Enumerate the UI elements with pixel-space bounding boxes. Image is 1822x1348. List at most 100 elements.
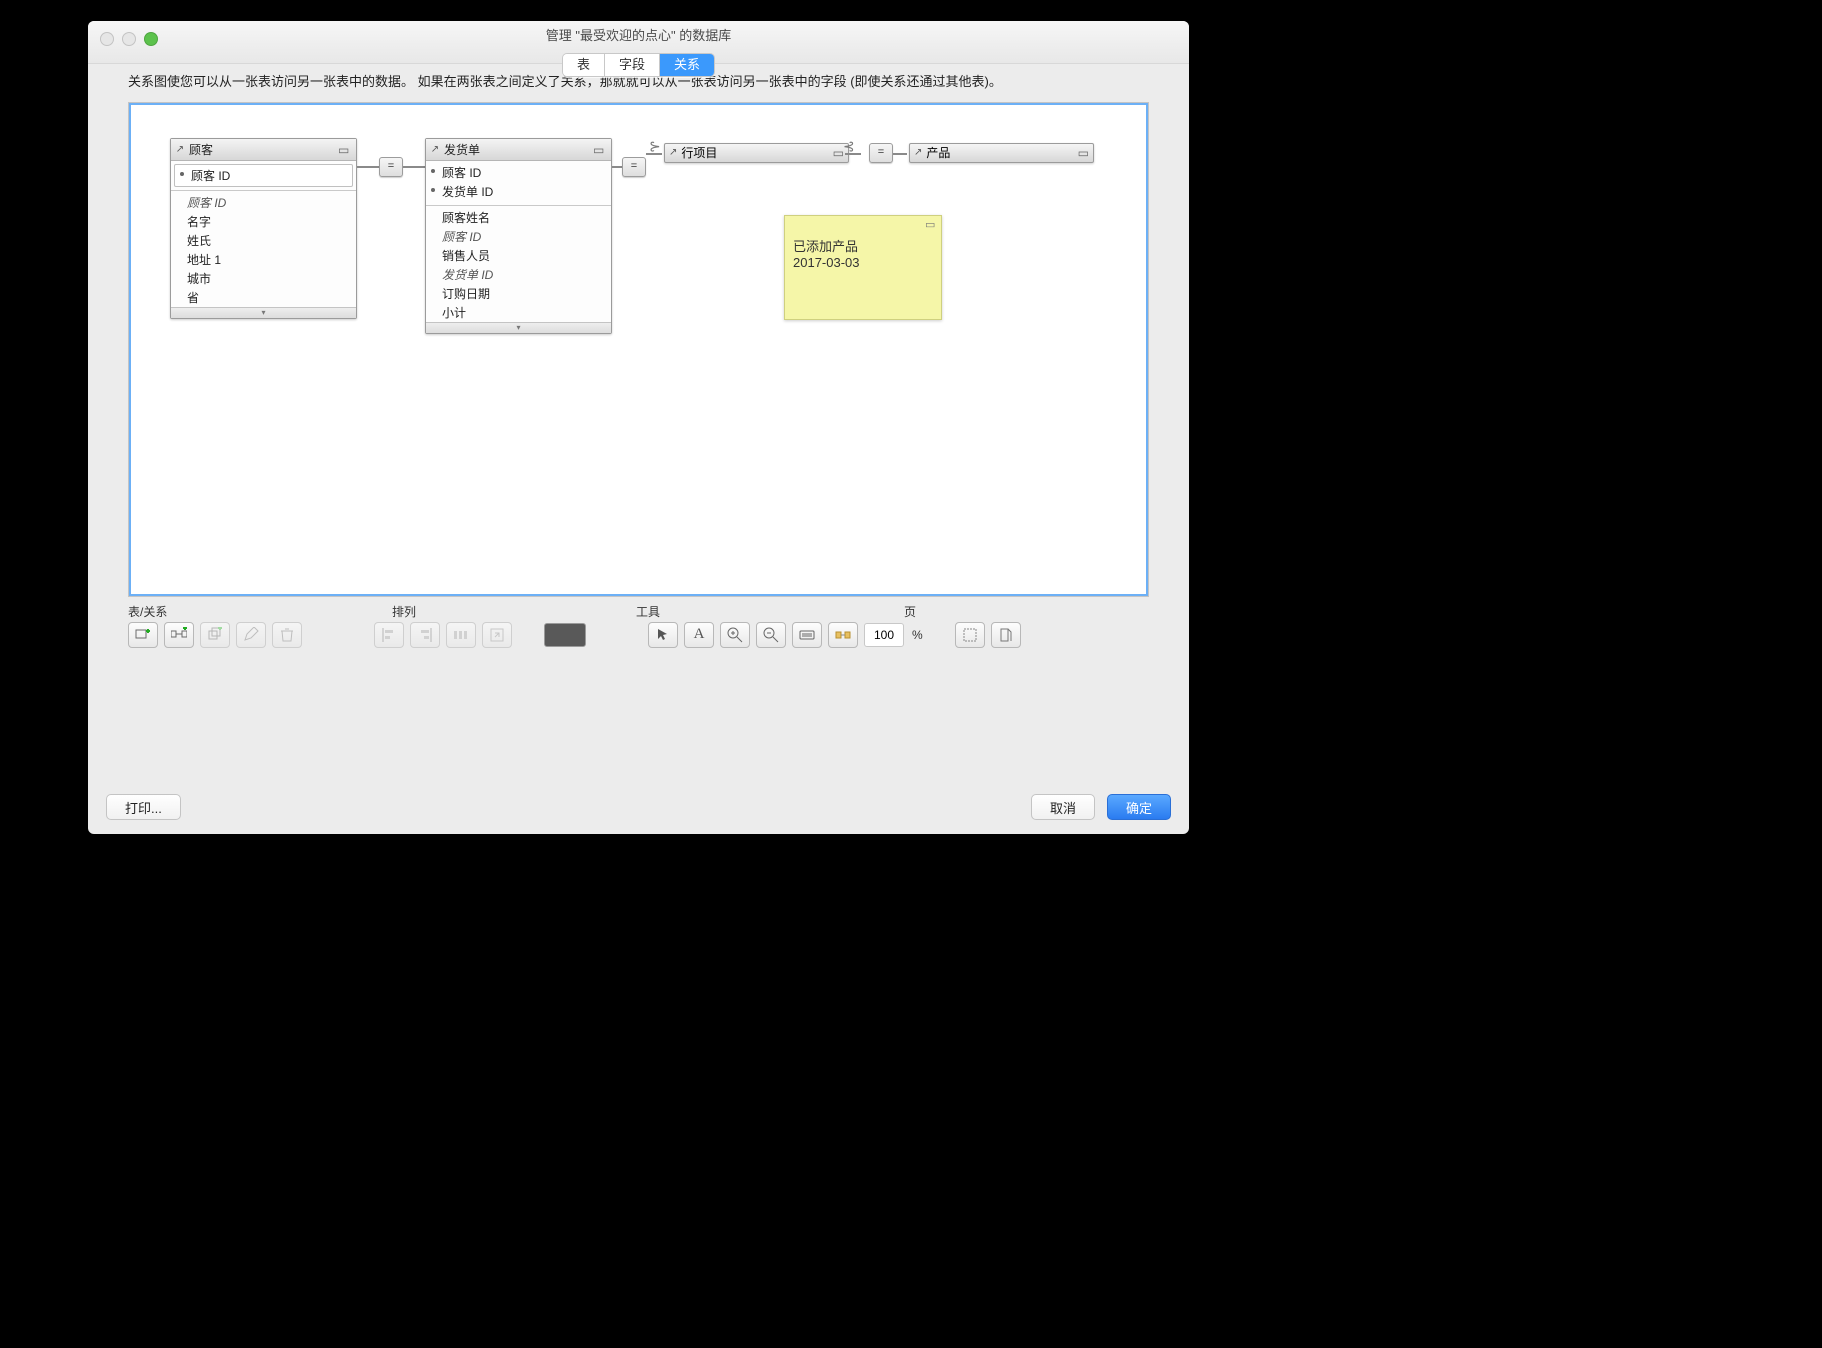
field-row[interactable]: 顾客 ID bbox=[171, 193, 356, 212]
field-row[interactable]: 销售人员 bbox=[426, 246, 611, 265]
edit-button[interactable] bbox=[236, 622, 266, 648]
keyboard-icon bbox=[799, 627, 815, 643]
table-invoice[interactable]: ↗ 发货单 ▭ 顾客 ID 发货单 ID 顾客姓名 顾客 ID 销售人员 发货单… bbox=[425, 138, 612, 334]
page-breaks-button[interactable] bbox=[955, 622, 985, 648]
align-right-button[interactable] bbox=[410, 622, 440, 648]
resize-button[interactable] bbox=[482, 622, 512, 648]
select-connected-button[interactable] bbox=[828, 622, 858, 648]
table-menu-icon[interactable]: ▭ bbox=[593, 143, 607, 155]
trash-icon bbox=[279, 627, 295, 643]
titlebar: 管理 "最受欢迎的点心" 的数据库 表 字段 关系 bbox=[88, 21, 1189, 64]
cancel-button[interactable]: 取消 bbox=[1031, 794, 1095, 820]
field-row[interactable]: 顾客姓名 bbox=[426, 208, 611, 227]
align-left-button[interactable] bbox=[374, 622, 404, 648]
minimize-window-icon[interactable] bbox=[122, 32, 136, 46]
note-line: 已添加产品 bbox=[793, 236, 933, 255]
ok-button[interactable]: 确定 bbox=[1107, 794, 1171, 820]
relationship-canvas[interactable]: ↗ 顾客 ▭ 顾客 ID 顾客 ID 名字 姓氏 地址 1 城市 省 bbox=[128, 102, 1149, 597]
relation-line bbox=[893, 153, 907, 155]
field-row[interactable]: 发货单 ID bbox=[426, 265, 611, 284]
field-row[interactable]: 城市 bbox=[171, 269, 356, 288]
zoom-value-input[interactable]: 100 bbox=[864, 623, 904, 647]
resize-icon bbox=[489, 627, 505, 643]
link-group-icon bbox=[835, 627, 851, 643]
zoom-in-icon bbox=[727, 627, 743, 643]
text-tool-button[interactable]: A bbox=[684, 622, 714, 648]
table-lineitem[interactable]: ↗ 行项目 ▭ bbox=[664, 143, 849, 163]
sticky-note[interactable]: ▭ 已添加产品 2017-03-03 bbox=[784, 215, 942, 320]
key-field[interactable]: 顾客 ID bbox=[426, 163, 611, 182]
relation-operator[interactable]: = bbox=[869, 143, 893, 163]
align-left-icon bbox=[381, 627, 397, 643]
section-arrange-label: 排列 bbox=[392, 603, 636, 620]
note-line: 2017-03-03 bbox=[793, 255, 933, 270]
expand-icon[interactable]: ↗ bbox=[669, 147, 677, 158]
table-product[interactable]: ↗ 产品 ▭ bbox=[909, 143, 1094, 163]
print-button[interactable]: 打印... bbox=[106, 794, 181, 820]
page-setup-icon bbox=[998, 627, 1014, 643]
zoom-percent-label: % bbox=[910, 628, 923, 642]
field-row[interactable]: 省 bbox=[171, 288, 356, 307]
toolbar-labels: 表/关系 排列 工具 页 bbox=[128, 603, 1149, 620]
zoom-in-button[interactable] bbox=[720, 622, 750, 648]
distribute-h-icon bbox=[453, 627, 469, 643]
close-window-icon[interactable] bbox=[100, 32, 114, 46]
field-row[interactable]: 名字 bbox=[171, 212, 356, 231]
table-title: 发货单 bbox=[444, 141, 589, 158]
align-right-icon bbox=[417, 627, 433, 643]
add-relation-icon bbox=[171, 627, 187, 643]
note-menu-icon[interactable]: ▭ bbox=[925, 218, 937, 231]
zoom-out-icon bbox=[763, 627, 779, 643]
table-title: 产品 bbox=[926, 144, 1073, 161]
duplicate-button[interactable] bbox=[200, 622, 230, 648]
print-setup-button[interactable] bbox=[991, 622, 1021, 648]
tab-tables[interactable]: 表 bbox=[563, 54, 604, 76]
dialog-window: 管理 "最受欢迎的点心" 的数据库 表 字段 关系 关系图使您可以从一张表访问另… bbox=[88, 21, 1189, 834]
text-a-icon: A bbox=[694, 626, 705, 643]
selection-tool-button[interactable] bbox=[648, 622, 678, 648]
table-menu-icon[interactable]: ▭ bbox=[338, 143, 352, 155]
expand-icon[interactable]: ↗ bbox=[430, 144, 440, 155]
tab-fields[interactable]: 字段 bbox=[604, 54, 659, 76]
note-tool-button[interactable] bbox=[792, 622, 822, 648]
relation-line bbox=[403, 166, 425, 168]
table-title: 行项目 bbox=[681, 144, 828, 161]
relation-operator[interactable]: = bbox=[622, 157, 646, 177]
add-table-button[interactable] bbox=[128, 622, 158, 648]
expand-icon[interactable]: ↗ bbox=[175, 144, 185, 155]
bottom-toolbar: A 100 % bbox=[128, 622, 1149, 648]
field-row[interactable]: 小计 bbox=[426, 303, 611, 322]
section-tools-label: 工具 bbox=[636, 603, 904, 620]
key-field[interactable]: 顾客 ID bbox=[174, 164, 353, 187]
key-field[interactable]: 发货单 ID bbox=[426, 182, 611, 201]
delete-button[interactable] bbox=[272, 622, 302, 648]
field-row[interactable]: 姓氏 bbox=[171, 231, 356, 250]
crowfoot-icon: ⊰ bbox=[843, 141, 855, 151]
pencil-icon bbox=[243, 627, 259, 643]
add-relationship-button[interactable] bbox=[164, 622, 194, 648]
relation-line bbox=[612, 166, 622, 168]
color-swatch[interactable] bbox=[544, 623, 586, 647]
field-row[interactable]: 订购日期 bbox=[426, 284, 611, 303]
zoom-out-button[interactable] bbox=[756, 622, 786, 648]
table-title: 顾客 bbox=[189, 141, 334, 158]
distribute-h-button[interactable] bbox=[446, 622, 476, 648]
relation-operator[interactable]: = bbox=[379, 157, 403, 177]
table-customers[interactable]: ↗ 顾客 ▭ 顾客 ID 顾客 ID 名字 姓氏 地址 1 城市 省 bbox=[170, 138, 357, 319]
field-row[interactable]: 地址 1 bbox=[171, 250, 356, 269]
field-row[interactable]: 顾客 ID bbox=[426, 227, 611, 246]
crowfoot-icon: ⊱ bbox=[649, 141, 661, 151]
page-breaks-icon bbox=[962, 627, 978, 643]
scroll-down-icon[interactable] bbox=[171, 307, 356, 318]
section-page-label: 页 bbox=[904, 603, 1149, 620]
expand-icon[interactable]: ↗ bbox=[914, 147, 922, 158]
add-table-icon bbox=[135, 627, 151, 643]
relation-line bbox=[357, 166, 379, 168]
pointer-icon bbox=[655, 627, 671, 643]
duplicate-icon bbox=[207, 627, 223, 643]
zoom-window-icon[interactable] bbox=[144, 32, 158, 46]
tab-relationships[interactable]: 关系 bbox=[659, 54, 714, 76]
table-menu-icon[interactable]: ▭ bbox=[1077, 146, 1089, 160]
scroll-down-icon[interactable] bbox=[426, 322, 611, 333]
window-controls bbox=[100, 32, 158, 46]
